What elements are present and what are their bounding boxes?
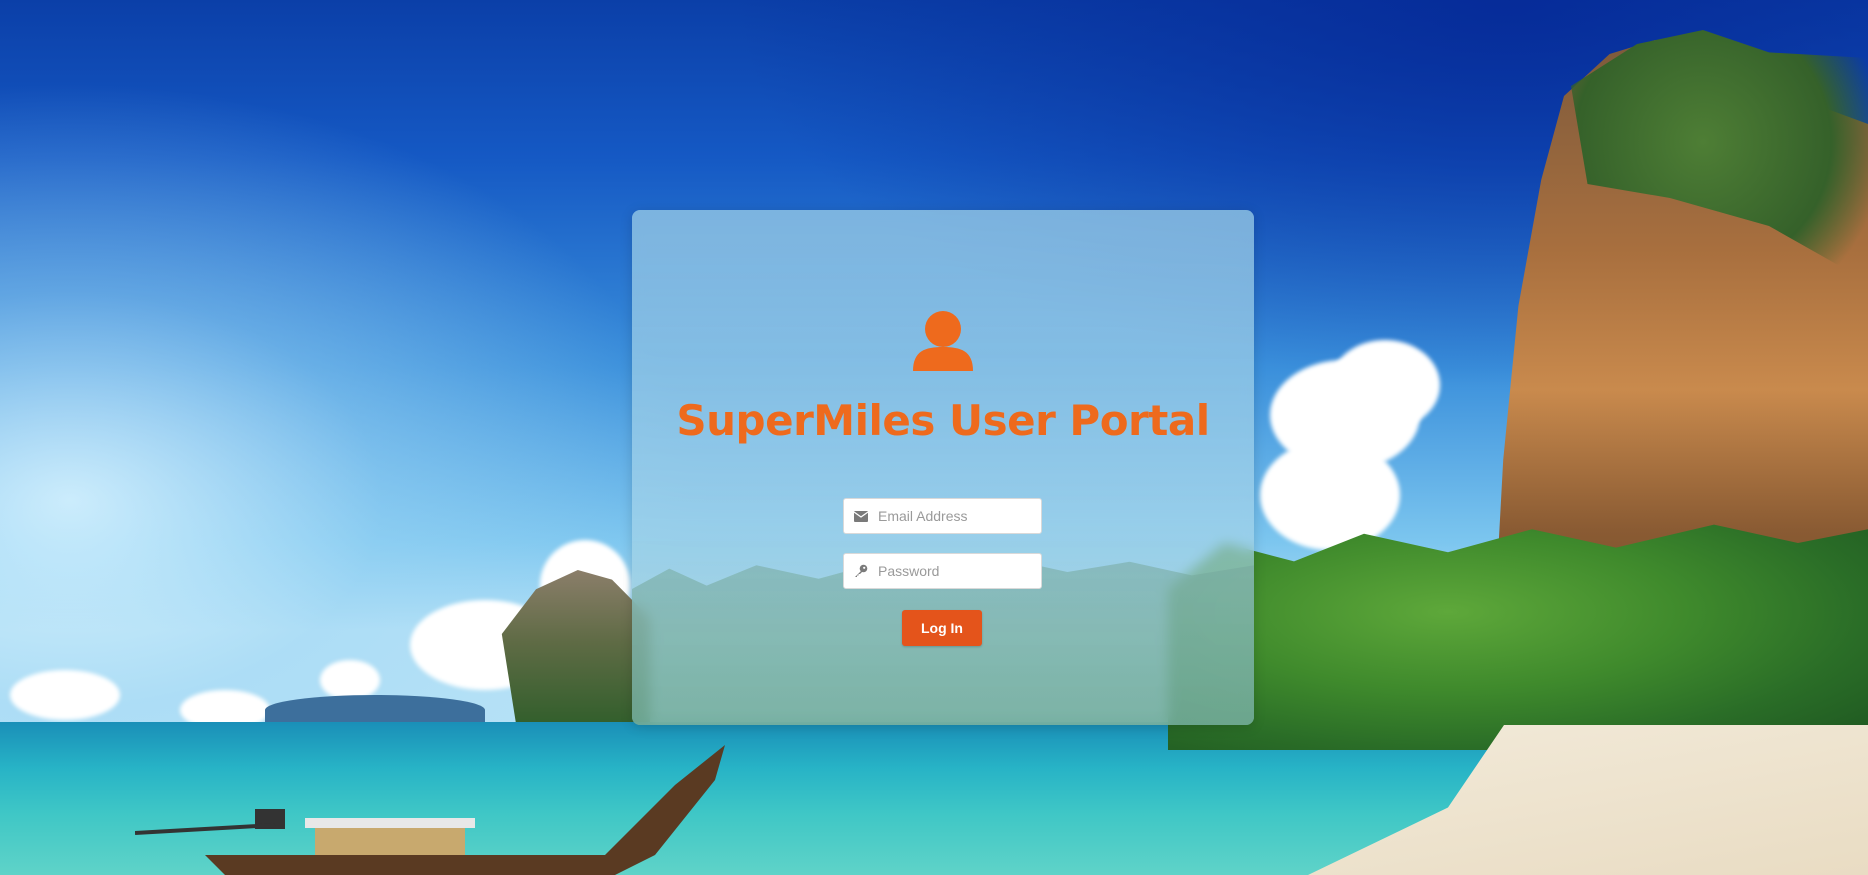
email-input[interactable]: [878, 501, 1028, 531]
key-icon: [844, 554, 878, 588]
jungle: [1168, 524, 1868, 750]
email-field[interactable]: [843, 498, 1042, 534]
login-card: SuperMiles User Portal Log In: [632, 210, 1254, 725]
login-page: SuperMiles User Portal Log In: [0, 0, 1868, 875]
password-input[interactable]: [878, 556, 1028, 586]
boat-illustration: [135, 745, 725, 875]
far-island: [265, 695, 485, 725]
login-button[interactable]: Log In: [902, 610, 982, 646]
cloud: [1260, 440, 1400, 550]
cloud: [10, 670, 120, 720]
user-icon: [913, 311, 973, 371]
cloud: [1330, 340, 1440, 430]
password-field[interactable]: [843, 553, 1042, 589]
cloud: [320, 660, 380, 700]
portal-title: SuperMiles User Portal: [676, 396, 1210, 445]
envelope-icon: [844, 499, 878, 533]
